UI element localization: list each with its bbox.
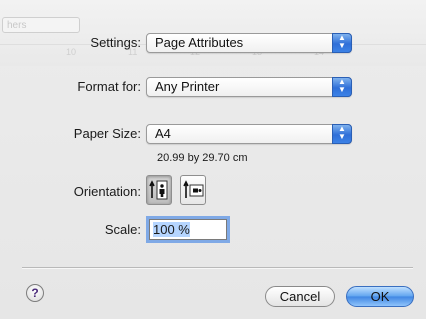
scale-input[interactable]: 100 % [149, 219, 227, 240]
format-for-label: Format for: [77, 79, 141, 94]
cancel-button[interactable]: Cancel [265, 286, 335, 307]
page-setup-sheet: hers 10 11 12 13 14 Settings: Page Attri… [0, 0, 426, 319]
landscape-person-icon [183, 180, 204, 198]
portrait-person-icon [149, 180, 168, 200]
orientation-label: Orientation: [73, 184, 141, 199]
popup-arrows-icon: ▲ ▼ [332, 77, 352, 97]
settings-popup[interactable]: Page Attributes ▲ ▼ [146, 33, 352, 53]
background-select: hers [2, 17, 80, 33]
divider [22, 267, 413, 269]
paper-size-label: Paper Size: [73, 126, 141, 141]
popup-arrows-icon: ▲ ▼ [332, 124, 352, 144]
paper-size-popup-value: A4 [155, 126, 171, 141]
paper-size-popup[interactable]: A4 ▲ ▼ [146, 124, 352, 144]
landscape-orientation-button[interactable] [180, 175, 206, 205]
help-icon[interactable]: ? [26, 284, 44, 302]
format-for-popup[interactable]: Any Printer ▲ ▼ [146, 77, 352, 97]
ok-button[interactable]: OK [346, 286, 414, 307]
paper-dimensions: 20.99 by 29.70 cm [157, 152, 248, 164]
scale-label: Scale: [104, 222, 141, 237]
popup-arrows-icon: ▲ ▼ [332, 33, 352, 53]
portrait-orientation-button[interactable] [146, 175, 172, 205]
format-for-popup-value: Any Printer [155, 79, 220, 94]
settings-popup-value: Page Attributes [155, 35, 244, 50]
scale-input-value: 100 % [153, 222, 190, 237]
settings-label: Settings: [90, 35, 141, 50]
